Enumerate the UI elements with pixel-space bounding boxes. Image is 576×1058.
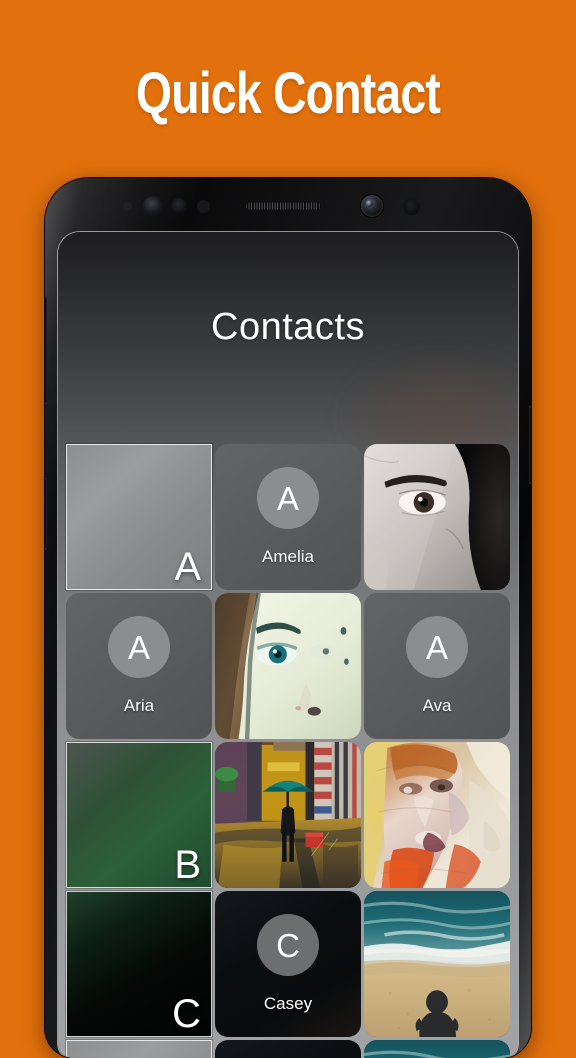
contact-ava[interactable]: A Ava xyxy=(364,593,510,739)
painted-portrait-image xyxy=(364,742,510,888)
section-letter: C xyxy=(172,992,201,1036)
woman-face-teal-image xyxy=(215,593,361,739)
earpiece-speaker-icon xyxy=(246,202,321,210)
page-title: Quick Contact xyxy=(135,61,441,126)
power-button[interactable] xyxy=(529,406,531,484)
contact-photo-beach[interactable] xyxy=(364,891,510,1037)
avatar: A xyxy=(257,467,319,529)
contact-photo-woman-teal[interactable] xyxy=(215,593,361,739)
contact-next[interactable] xyxy=(215,1040,361,1058)
contact-aria[interactable]: A Aria xyxy=(66,593,212,739)
app-title: Contacts xyxy=(211,306,365,348)
volume-rocker-button[interactable] xyxy=(45,296,47,404)
avatar: A xyxy=(108,616,170,678)
contact-name: Amelia xyxy=(262,547,314,566)
proximity-sensor-icon xyxy=(123,202,132,211)
avatar: C xyxy=(257,914,319,976)
secondary-sensor-icon xyxy=(403,198,420,215)
phone-screen: Contacts A A Amelia A Aria A Ava B C C C… xyxy=(58,232,518,1058)
contact-name: Casey xyxy=(263,994,313,1013)
section-letter: B xyxy=(174,843,201,887)
man-face-bw-image xyxy=(364,444,510,590)
contact-photo-next[interactable] xyxy=(364,1040,510,1058)
section-letter: A xyxy=(174,545,201,589)
section-header-next xyxy=(66,1040,212,1058)
beach-shadow-image xyxy=(364,891,510,1037)
phone-sensor-bar xyxy=(45,178,531,234)
led-indicator-icon xyxy=(197,200,210,213)
bixby-button[interactable] xyxy=(45,478,47,550)
contacts-grid[interactable]: A A Amelia A Aria A Ava B C C Casey xyxy=(66,444,510,1058)
contact-photo-painting[interactable] xyxy=(364,742,510,888)
section-header-b: B xyxy=(66,742,212,888)
section-header-c: C xyxy=(66,891,212,1037)
rainy-street-umbrella-image xyxy=(215,742,361,888)
contact-photo-man-bw[interactable] xyxy=(364,444,510,590)
contact-name: Aria xyxy=(123,696,155,715)
contact-casey[interactable]: C Casey xyxy=(215,891,361,1037)
section-header-a: A xyxy=(66,444,212,590)
iris-scanner-icon xyxy=(143,196,163,216)
contact-photo-umbrella[interactable] xyxy=(215,742,361,888)
contact-name: Ava xyxy=(422,696,452,715)
phone-device-mockup: Contacts A A Amelia A Aria A Ava B C C C… xyxy=(45,178,531,1058)
contact-amelia[interactable]: A Amelia xyxy=(215,444,361,590)
front-camera-icon xyxy=(361,195,383,217)
light-sensor-icon xyxy=(171,198,187,214)
avatar: A xyxy=(406,616,468,678)
beach-shadow-image xyxy=(364,1040,510,1058)
